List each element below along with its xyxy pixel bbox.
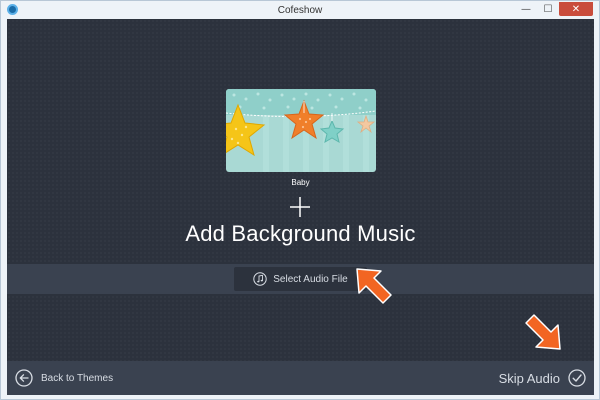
- app-icon: [7, 4, 18, 15]
- main-content: Baby Add Background Music Select Audio F…: [7, 19, 594, 361]
- footer-bar: Back to Themes Skip Audio: [7, 361, 594, 395]
- maximize-button[interactable]: ☐: [537, 2, 559, 16]
- arrow-left-circle-icon: [15, 369, 33, 387]
- plus-icon: [290, 197, 310, 217]
- window-title: Cofeshow: [277, 4, 323, 16]
- title-bar: Cofeshow — ☐ ✕: [1, 1, 599, 19]
- music-note-icon: [253, 272, 267, 286]
- close-button[interactable]: ✕: [559, 2, 593, 16]
- minimize-button[interactable]: —: [515, 2, 537, 16]
- select-audio-band: Select Audio File: [7, 264, 594, 294]
- window-controls: — ☐ ✕: [515, 2, 593, 16]
- annotation-arrow-icon: [356, 268, 392, 304]
- back-to-themes-label: Back to Themes: [41, 372, 114, 384]
- baby-stars-thumbnail: [226, 89, 376, 172]
- skip-audio-button[interactable]: Skip Audio: [499, 369, 586, 387]
- select-audio-label: Select Audio File: [273, 273, 348, 285]
- annotation-arrow-icon: [525, 314, 561, 350]
- skip-audio-label: Skip Audio: [498, 370, 560, 386]
- select-audio-button[interactable]: Select Audio File: [234, 267, 367, 291]
- theme-name: Baby: [291, 178, 310, 187]
- back-to-themes-button[interactable]: Back to Themes: [15, 369, 113, 387]
- theme-thumbnail: [226, 89, 376, 172]
- checkmark-circle-icon: [568, 369, 586, 387]
- page-title: Add Background Music: [185, 221, 416, 246]
- app-window: Cofeshow — ☐ ✕ Baby Add Background Music…: [0, 0, 600, 400]
